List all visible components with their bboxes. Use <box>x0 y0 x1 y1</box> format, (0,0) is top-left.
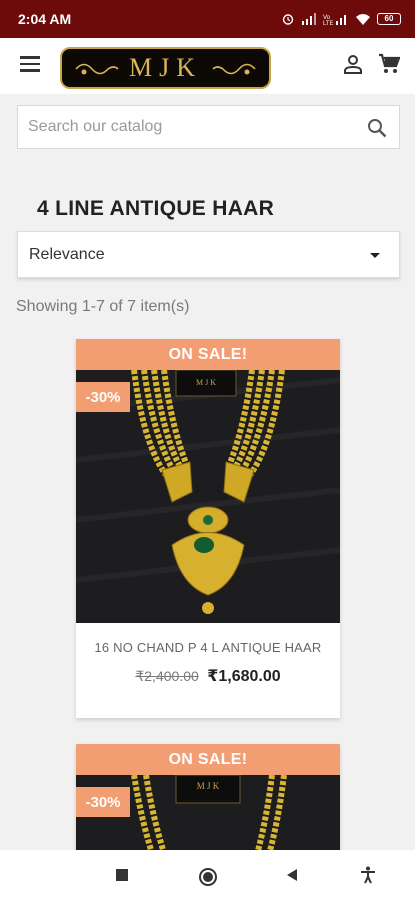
on-sale-badge: ON SALE! <box>76 744 340 775</box>
price-row: ₹2,400.00 ₹1,680.00 <box>76 666 340 686</box>
search-icon[interactable] <box>367 118 387 138</box>
logo[interactable]: MJK <box>60 47 271 89</box>
volte-signal-icon: VoLTE <box>323 15 346 25</box>
status-time: 2:04 AM <box>18 11 72 27</box>
logo-swirl-right <box>212 63 256 75</box>
menu-icon[interactable] <box>20 56 40 72</box>
regular-price: ₹2,400.00 <box>135 668 199 684</box>
alarm-icon <box>282 14 294 25</box>
svg-text:M J K: M J K <box>196 378 216 387</box>
wifi-icon <box>356 14 370 25</box>
sort-selected-label: Relevance <box>29 245 105 263</box>
product-name[interactable]: 16 NO CHAND P 4 L ANTIQUE HAAR <box>76 640 340 655</box>
caret-down-icon <box>370 253 380 258</box>
system-nav-bar <box>0 850 415 900</box>
cart-icon[interactable] <box>378 53 400 75</box>
logo-swirl-left <box>75 63 119 75</box>
home-button[interactable] <box>198 867 218 887</box>
status-bar: 2:04 AM Vo LTE 60 <box>0 0 415 38</box>
sort-dropdown[interactable]: Relevance <box>17 231 400 278</box>
discount-badge: -30% <box>76 382 130 412</box>
back-button[interactable] <box>285 868 299 882</box>
product-card[interactable]: ON SALE! M J K -30% <box>76 744 340 854</box>
results-count: Showing 1-7 of 7 item(s) <box>16 298 190 315</box>
battery-icon: 60 <box>377 13 401 25</box>
recents-button[interactable] <box>115 868 129 882</box>
signal-icon <box>302 13 316 25</box>
svg-text:LTE: LTE <box>323 21 334 25</box>
user-icon[interactable] <box>343 54 363 74</box>
search-input[interactable] <box>18 106 348 148</box>
sale-price: ₹1,680.00 <box>207 668 281 685</box>
page-title: 4 LINE ANTIQUE HAAR <box>37 197 275 220</box>
site-header: MJK <box>0 38 415 94</box>
product-image[interactable]: M J K -30% <box>76 370 340 623</box>
logo-text: MJK <box>128 53 202 82</box>
on-sale-badge: ON SALE! <box>76 339 340 370</box>
product-card[interactable]: ON SALE! M J K -30% <box>76 339 340 718</box>
product-image[interactable]: M J K -30% <box>76 775 340 854</box>
discount-badge: -30% <box>76 787 130 817</box>
search-bar <box>17 105 400 149</box>
status-icons: Vo LTE 60 <box>281 12 401 26</box>
accessibility-icon[interactable] <box>360 866 376 884</box>
svg-text:M J K: M J K <box>197 781 220 791</box>
